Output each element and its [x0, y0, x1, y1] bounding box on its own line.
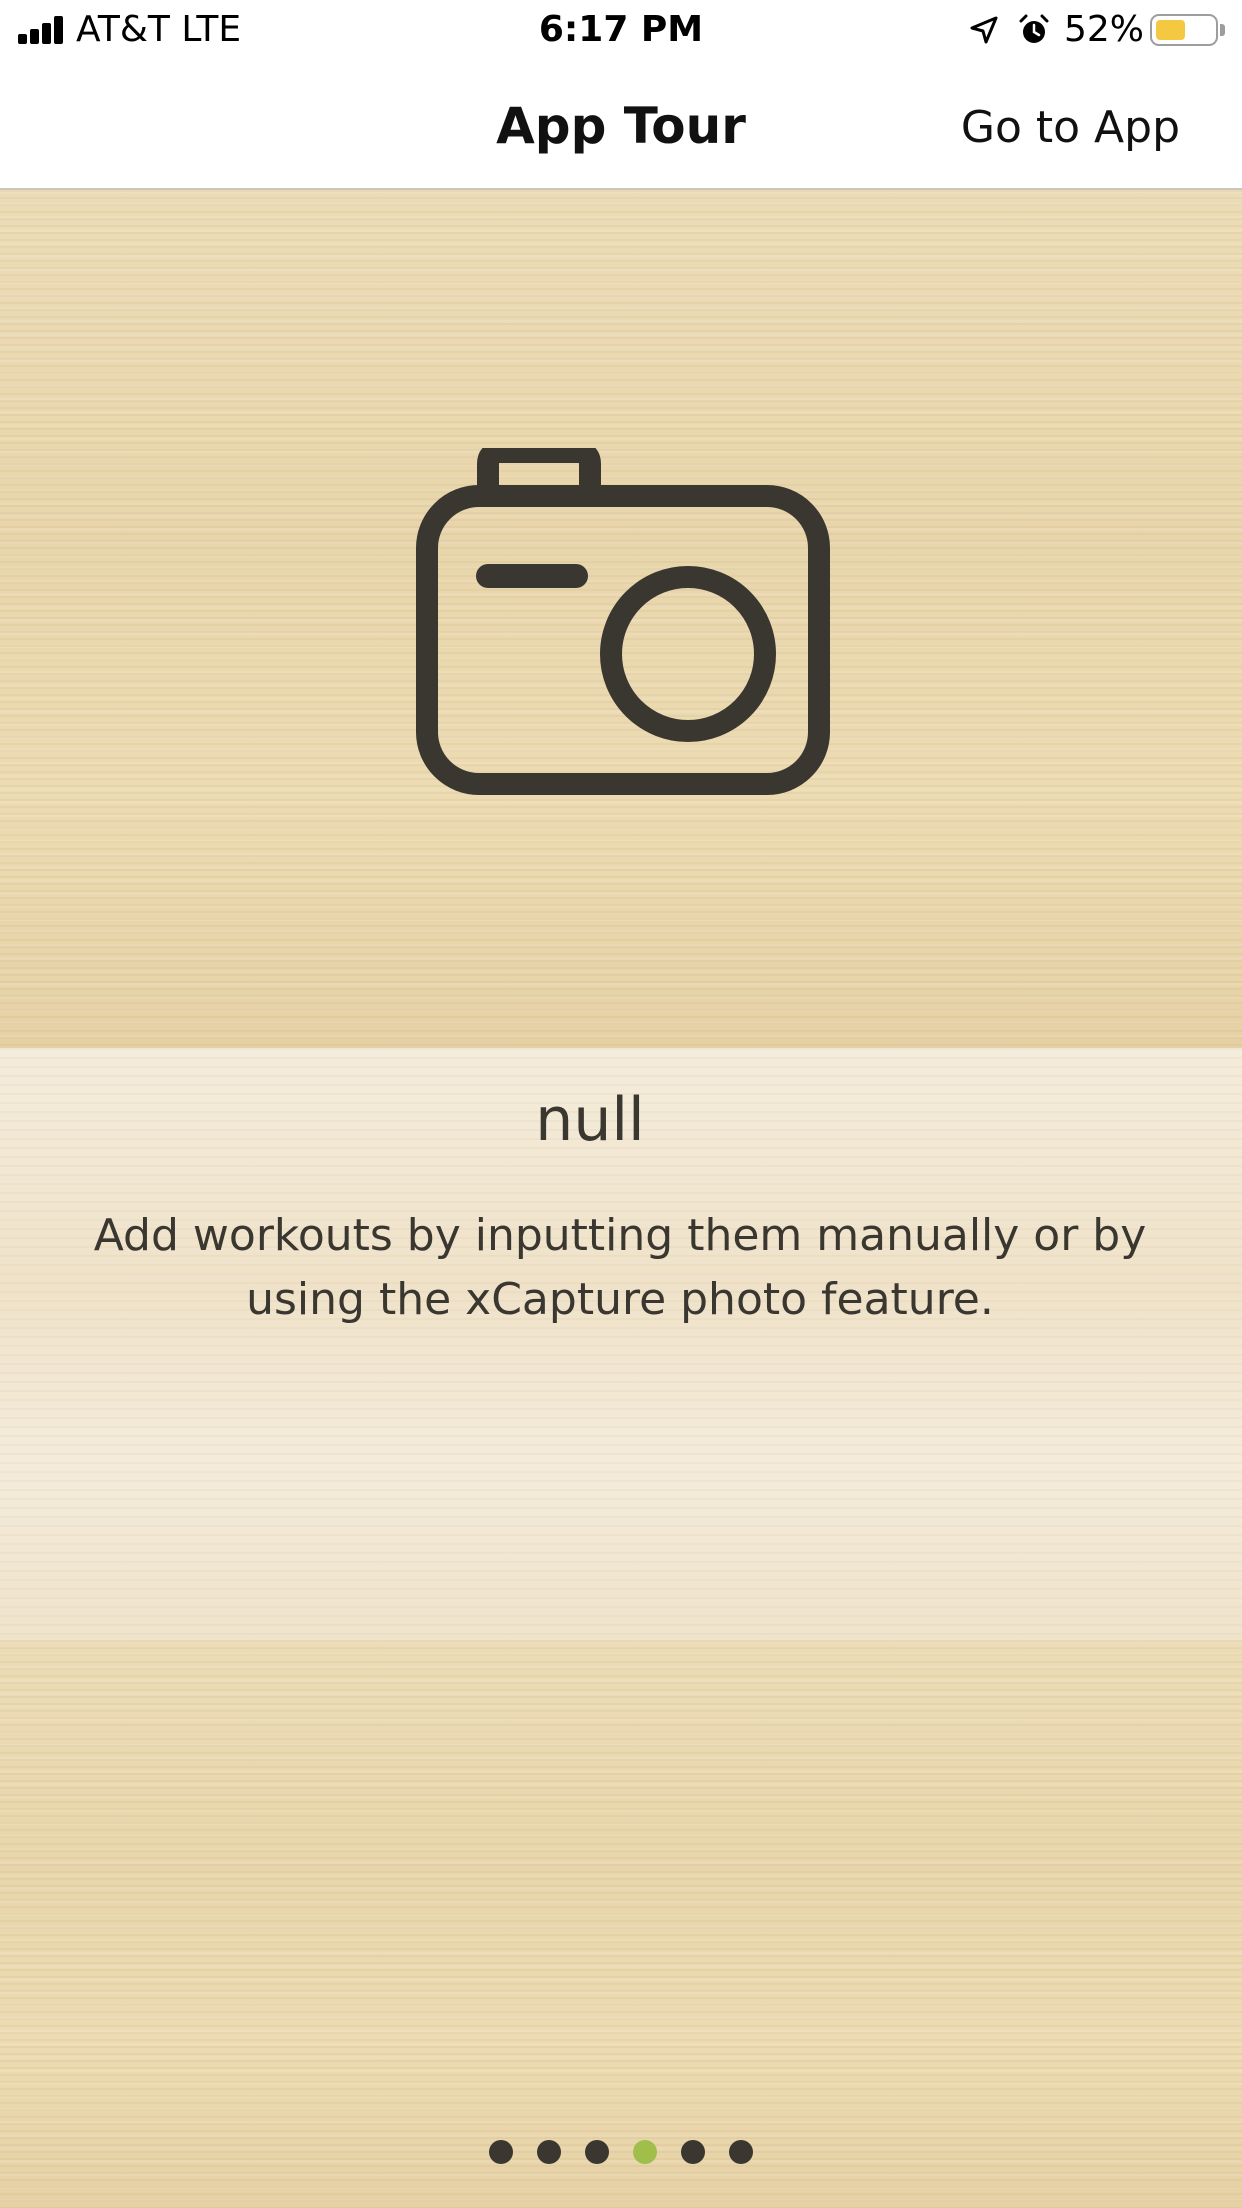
page-dot-1[interactable] — [489, 2140, 513, 2164]
battery-percent: 52% — [1064, 9, 1145, 50]
status-bar: AT&T LTE 6:17 PM 52% — [0, 0, 1242, 62]
slide-description: Add workouts by inputting them manually … — [93, 1210, 1147, 1325]
page-indicator[interactable] — [0, 2140, 1242, 2164]
status-time: 6:17 PM — [538, 9, 704, 50]
footer-area — [0, 1640, 1242, 2208]
location-icon — [970, 16, 998, 44]
page-dot-2[interactable] — [537, 2140, 561, 2164]
alarm-icon — [1019, 14, 1049, 43]
page-dot-5[interactable] — [681, 2140, 705, 2164]
battery-icon — [1150, 14, 1218, 46]
page-dot-4[interactable] — [633, 2140, 657, 2164]
navigation-bar: App Tour Go to App — [0, 62, 1242, 190]
slide-title: null — [535, 1085, 645, 1155]
page-dot-3[interactable] — [585, 2140, 609, 2164]
camera-icon — [416, 448, 830, 795]
go-to-app-button[interactable]: Go to App — [961, 100, 1180, 156]
page-dot-6[interactable] — [729, 2140, 753, 2164]
battery-cap — [1220, 24, 1225, 36]
battery-level — [1156, 20, 1185, 40]
app-tour-screen: AT&T LTE 6:17 PM 52% App Tour Go to App — [0, 0, 1242, 2208]
